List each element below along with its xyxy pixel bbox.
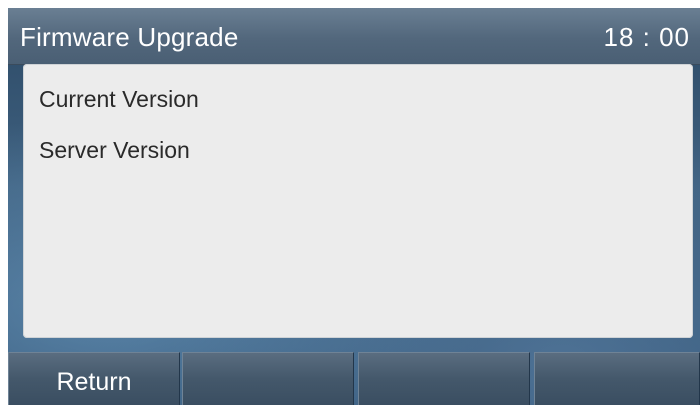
phone-screen: Firmware Upgrade 18 : 00 Current Version… bbox=[8, 8, 700, 405]
softkey-4[interactable] bbox=[534, 352, 700, 405]
list-item-current-version[interactable]: Current Version bbox=[39, 86, 199, 113]
title-bar: Firmware Upgrade 18 : 00 bbox=[8, 8, 700, 65]
list-item-server-version[interactable]: Server Version bbox=[39, 137, 190, 164]
return-softkey[interactable]: Return bbox=[8, 352, 180, 405]
page-title: Firmware Upgrade bbox=[20, 22, 239, 52]
clock: 18 : 00 bbox=[603, 22, 690, 52]
softkey-bar: Return bbox=[8, 352, 700, 405]
softkey-3[interactable] bbox=[358, 352, 530, 405]
softkey-2[interactable] bbox=[182, 352, 354, 405]
content-panel: Current Version Server Version bbox=[23, 64, 693, 338]
